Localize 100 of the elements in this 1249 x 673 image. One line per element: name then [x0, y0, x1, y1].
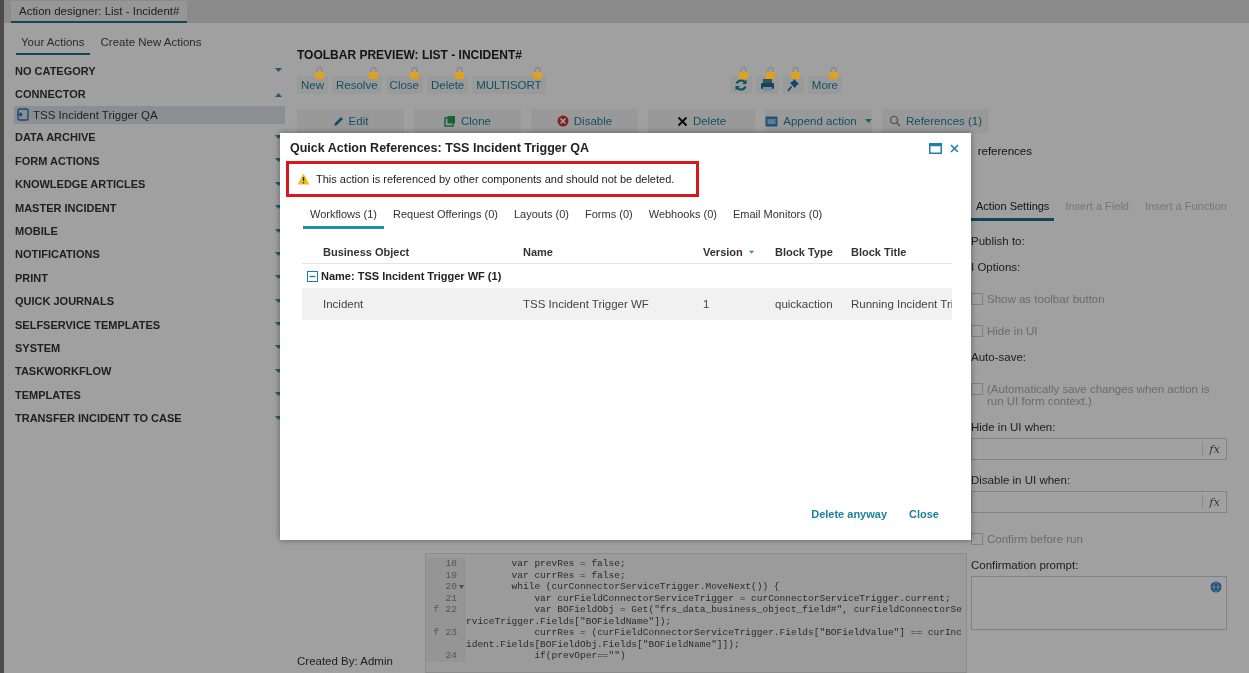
dialog-tab[interactable]: Forms (0) [578, 206, 640, 229]
dialog-tab[interactable]: Workflows (1) [303, 206, 385, 229]
formula-button[interactable]: fx [1202, 442, 1226, 456]
category-item[interactable]: PRINT [10, 266, 285, 290]
dialog-tab[interactable]: Email Monitors (0) [726, 206, 830, 229]
caret-icon [275, 181, 282, 187]
line-number: 19 [445, 569, 457, 581]
connector-icon [17, 108, 29, 122]
caret-icon [275, 158, 282, 164]
column-header[interactable]: Version [682, 246, 754, 258]
toolbar-button[interactable] [755, 76, 779, 94]
action-button[interactable]: References (1) [882, 109, 989, 133]
line-number: 23 [445, 627, 457, 638]
field-label: I Options: [971, 261, 1022, 273]
table-cell-text: 1 [702, 298, 711, 310]
dialog-button[interactable]: Close [903, 506, 945, 522]
category-item[interactable]: DATA ARCHIVE [10, 125, 285, 150]
field-label: Auto-save: [971, 351, 1027, 363]
warning-text: This action is referenced by other components and should not be deleted. [316, 173, 675, 185]
category-item[interactable]: NOTIFICATIONS [10, 242, 285, 267]
input-field[interactable]: fx [971, 438, 1227, 460]
action-button[interactable]: Delete [648, 109, 755, 133]
category-item[interactable]: CONNECTOR [10, 82, 285, 106]
close-icon [676, 115, 688, 127]
category-item[interactable]: FORM ACTIONS [10, 149, 285, 173]
category-item[interactable]: SYSTEM [10, 336, 285, 360]
category-item[interactable]: TEMPLATES [10, 383, 285, 407]
code-editor[interactable] [425, 553, 967, 673]
dialog-tab[interactable]: Layouts (0) [507, 206, 577, 229]
toolbar-button[interactable]: New [297, 76, 328, 94]
line-number: 22 [445, 604, 457, 615]
code-line: currRes = (curFieldConnectorServiceTrigger.Fields["BOFieldValue"] == curIncident.Fields[BOFieldObj.Fields["BOFieldName"]]); [466, 627, 963, 650]
group-row[interactable]: Name: TSS Incident Trigger WF (1) [302, 264, 952, 288]
category-item[interactable]: NO CATEGORY [10, 59, 285, 83]
caret-icon [275, 205, 282, 211]
category-item[interactable]: MOBILE [10, 219, 285, 243]
close-icon[interactable] [950, 143, 959, 153]
copy-icon [443, 115, 456, 127]
code-line: var prevRes = false; [510, 558, 627, 570]
maximize-icon[interactable] [929, 142, 942, 154]
printer-icon [759, 78, 775, 92]
category-item[interactable]: KNOWLEDGE ARTICLES [10, 172, 285, 196]
category-item[interactable]: SELFSERVICE TEMPLATES [10, 312, 285, 337]
toolbar-button[interactable]: MULTISORT [472, 76, 546, 94]
code-line: var currRes = false; [510, 569, 627, 581]
table-row[interactable]: Incident TSS Incident Trigger WF 1 quickaction Running Incident Tri [302, 288, 952, 320]
caret-icon [275, 415, 282, 421]
action-button[interactable]: Append action [765, 109, 872, 133]
action-item[interactable]: TSS Incident Trigger QA [14, 105, 285, 124]
column-header[interactable]: Name [502, 246, 682, 258]
field-label: Publish to: [971, 235, 1026, 247]
caret-icon [275, 275, 282, 281]
toolbar-button[interactable]: Close [385, 76, 423, 94]
action-button[interactable]: Disable [531, 109, 638, 133]
caret-icon [275, 345, 282, 351]
globe-icon [1210, 581, 1222, 593]
references-text: references [977, 145, 1032, 157]
category-item[interactable]: QUICK JOURNALS [10, 289, 285, 313]
pencil-icon [332, 115, 344, 127]
caret-icon [275, 322, 282, 328]
dialog-button[interactable]: Delete anyway [805, 506, 894, 522]
sidebar-tab[interactable]: Your Actions [16, 33, 90, 55]
toolbar-button[interactable] [729, 76, 752, 94]
field-label: Confirmation prompt: [971, 559, 1080, 571]
toolbar-button[interactable]: More [807, 76, 842, 94]
gutter-mark: f [433, 604, 441, 615]
caret-icon [275, 368, 282, 374]
dialog-tab[interactable]: Webhooks (0) [641, 206, 724, 229]
toolbar-button[interactable] [782, 76, 804, 94]
toolbar-button[interactable]: Resolve [332, 76, 382, 94]
caret-icon [275, 251, 282, 257]
caret-icon [748, 249, 754, 255]
category-item[interactable]: TASKWORKFLOW [10, 359, 285, 384]
category-item[interactable]: TRANSFER INCIDENT TO CASE [10, 406, 285, 430]
table-cell-text: quickaction [774, 298, 834, 310]
action-button[interactable]: Edit [297, 109, 404, 133]
caret-icon [275, 91, 282, 97]
line-number: 21 [445, 592, 457, 604]
caret-icon [275, 134, 282, 140]
window-tab[interactable]: Action designer: List - Incident# [11, 1, 188, 23]
caret-icon [275, 392, 282, 398]
section-title: TOOLBAR PREVIEW: LIST - INCIDENT# [297, 48, 523, 62]
code-line: var BOFieldObj = Get("frs_data_business_object_field#", curFieldConnectorServiceTrigger.Fields["BOFieldName"]); [466, 604, 963, 627]
table-cell-text: Incident [322, 298, 365, 310]
category-item[interactable]: MASTER INCIDENT [10, 195, 285, 220]
disable-icon [556, 115, 569, 127]
column-header[interactable]: Block Type [754, 246, 851, 258]
formula-button[interactable]: fx [1202, 495, 1226, 509]
sidebar-tab[interactable]: Create New Actions [95, 33, 207, 55]
code-line: while (curConnectorServiceTrigger.MoveNext()) { [510, 581, 781, 593]
column-header[interactable]: Business Object [302, 246, 502, 258]
refresh-icon [733, 78, 748, 92]
input-field[interactable]: fx [971, 491, 1227, 513]
caret-icon [275, 68, 282, 74]
column-header[interactable]: Block Title [851, 246, 952, 258]
window-icon [765, 115, 779, 127]
toolbar-button[interactable]: Delete [427, 76, 469, 94]
dialog-tab[interactable]: Request Offerings (0) [386, 206, 505, 229]
code-line: if(prevOper=="") [533, 650, 627, 662]
action-button[interactable]: Clone [414, 109, 521, 133]
